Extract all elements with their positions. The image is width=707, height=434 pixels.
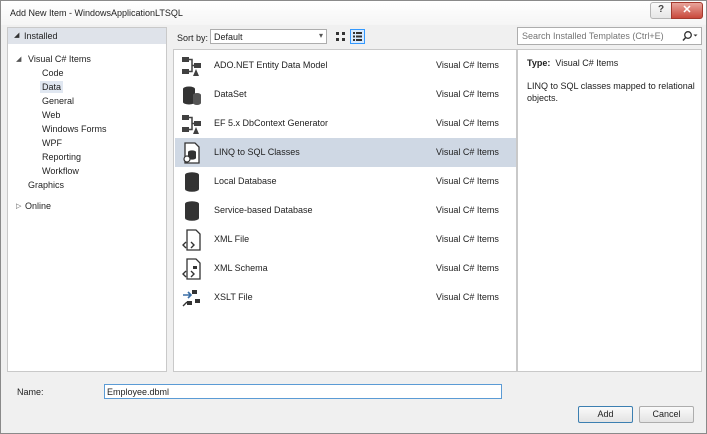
template-row-local-database[interactable]: Local Database Visual C# Items <box>175 167 516 196</box>
template-type: Visual C# Items <box>436 147 499 157</box>
tree-item-general[interactable]: General <box>42 96 74 106</box>
sort-dropdown[interactable]: Default ▾ <box>210 29 327 44</box>
template-row-ado-net[interactable]: ADO.NET Entity Data Model Visual C# Item… <box>175 51 516 80</box>
template-row-xml-schema[interactable]: XML Schema Visual C# Items <box>175 254 516 283</box>
template-row-xml-file[interactable]: XML File Visual C# Items <box>175 225 516 254</box>
search-input[interactable] <box>520 29 682 43</box>
database-icon <box>183 86 201 105</box>
entity-model-icon <box>182 115 201 134</box>
installed-header[interactable]: ◢ Installed <box>8 28 166 44</box>
template-name: Service-based Database <box>214 205 313 215</box>
template-row-xslt-file[interactable]: XSLT File Visual C# Items <box>175 283 516 312</box>
template-pane: Sort by: Default ▾ ADO.NET Entity Data M… <box>173 27 517 372</box>
template-name: EF 5.x DbContext Generator <box>214 118 329 128</box>
template-type: Visual C# Items <box>436 234 499 244</box>
template-description: LINQ to SQL classes mapped to relational… <box>527 81 695 103</box>
grid-view-icon <box>336 32 345 41</box>
expand-arrow-icon[interactable]: ◢ <box>16 55 21 63</box>
list-view-icon <box>353 32 362 41</box>
name-input[interactable] <box>104 384 502 399</box>
sort-label: Sort by: <box>177 33 209 43</box>
tree-item-windows-forms[interactable]: Windows Forms <box>42 124 107 134</box>
type-label: Type: <box>527 58 551 68</box>
tree-item-workflow[interactable]: Workflow <box>42 166 79 176</box>
template-row-ef-dbcontext[interactable]: EF 5.x DbContext Generator Visual C# Ite… <box>175 109 516 138</box>
template-type: Visual C# Items <box>436 263 499 273</box>
template-name: DataSet <box>214 89 247 99</box>
sort-toolbar: Sort by: Default ▾ <box>173 27 517 49</box>
tree-item-reporting[interactable]: Reporting <box>42 152 81 162</box>
entity-model-icon <box>182 57 201 76</box>
type-value: Visual C# Items <box>555 58 619 68</box>
tree-item-wpf[interactable]: WPF <box>42 138 62 148</box>
type-line: Type: Visual C# Items <box>527 58 618 68</box>
template-name: Local Database <box>214 176 277 186</box>
template-row-linq-to-sql[interactable]: LINQ to SQL Classes Visual C# Items <box>175 138 516 167</box>
details-pane: Type: Visual C# Items LINQ to SQL classe… <box>517 27 702 372</box>
template-name: XML Schema <box>214 263 268 273</box>
close-button[interactable]: ✕ <box>671 2 703 19</box>
xml-file-icon <box>182 229 201 251</box>
template-type: Visual C# Items <box>436 176 499 186</box>
sort-value: Default <box>214 32 243 42</box>
template-list: ADO.NET Entity Data Model Visual C# Item… <box>173 49 517 372</box>
template-row-service-based-database[interactable]: Service-based Database Visual C# Items <box>175 196 516 225</box>
template-type: Visual C# Items <box>436 205 499 215</box>
template-type: Visual C# Items <box>436 118 499 128</box>
template-name: XSLT File <box>214 292 253 302</box>
tree-item-online[interactable]: Online <box>25 201 51 211</box>
template-name: XML File <box>214 234 250 244</box>
template-row-dataset[interactable]: DataSet Visual C# Items <box>175 80 516 109</box>
database-icon <box>185 172 199 192</box>
tree-item-data[interactable]: Data <box>40 81 64 93</box>
tree-item-visual-csharp[interactable]: Visual C# Items <box>28 54 91 64</box>
tree-item-graphics[interactable]: Graphics <box>28 180 64 190</box>
search-box <box>517 27 702 45</box>
tree-item-web[interactable]: Web <box>42 110 60 120</box>
template-name: ADO.NET Entity Data Model <box>214 60 328 70</box>
grid-view-button[interactable] <box>333 29 348 44</box>
template-name: LINQ to SQL Classes <box>214 147 300 157</box>
search-icon[interactable] <box>681 30 699 42</box>
chevron-down-icon: ▾ <box>318 31 323 40</box>
add-button[interactable]: Add <box>578 406 633 423</box>
xml-schema-icon <box>182 258 201 280</box>
template-category-tree: ◢ Installed ◢ Visual C# Items Code Data … <box>7 27 167 372</box>
template-details: Type: Visual C# Items LINQ to SQL classe… <box>517 49 702 372</box>
template-type: Visual C# Items <box>436 292 499 302</box>
tree-item-code[interactable]: Code <box>42 68 64 78</box>
installed-label: Installed <box>24 31 58 41</box>
cancel-button[interactable]: Cancel <box>639 406 694 423</box>
xslt-file-icon <box>182 290 200 307</box>
template-type: Visual C# Items <box>436 60 499 70</box>
template-type: Visual C# Items <box>436 89 499 99</box>
title-bar: Add New Item - WindowsApplicationLTSQL ?… <box>1 1 706 25</box>
help-button[interactable]: ? <box>650 2 672 19</box>
name-label: Name: <box>17 387 44 397</box>
database-icon <box>185 201 199 221</box>
linq-to-sql-icon <box>183 142 200 164</box>
expand-arrow-icon[interactable]: ▷ <box>16 202 21 210</box>
add-new-item-dialog: Add New Item - WindowsApplicationLTSQL ?… <box>0 0 707 434</box>
list-view-button[interactable] <box>350 29 365 44</box>
window-title: Add New Item - WindowsApplicationLTSQL <box>10 8 183 18</box>
collapse-arrow-icon: ◢ <box>14 32 20 39</box>
